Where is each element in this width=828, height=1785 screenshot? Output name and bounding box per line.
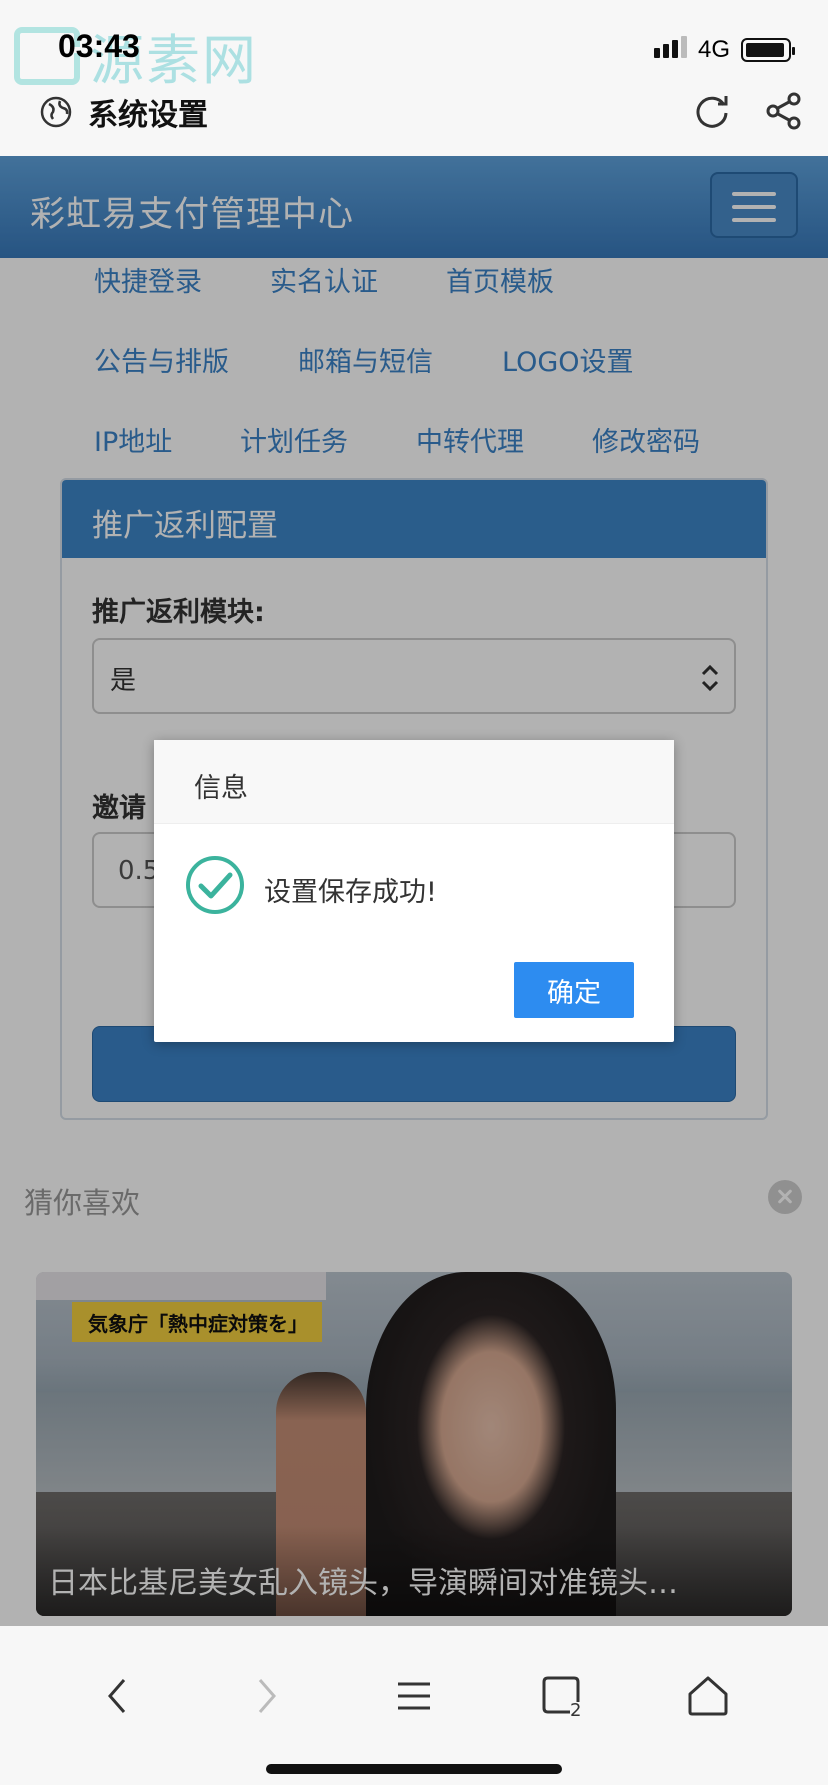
battery-icon — [741, 38, 795, 62]
svg-text:2: 2 — [570, 1700, 581, 1718]
status-time: 03:43 — [58, 28, 140, 64]
dialog-message: 设置保存成功! — [264, 877, 437, 908]
confirm-button[interactable]: 确定 — [514, 962, 634, 1018]
tabs-icon[interactable]: 2 — [540, 1674, 584, 1718]
browser-title-text: 系统设置 — [88, 98, 208, 133]
dialog-title: 信息 — [194, 773, 248, 804]
browser-page-title: 系统设置 — [40, 90, 208, 134]
refresh-icon[interactable] — [694, 93, 730, 129]
share-icon[interactable] — [766, 92, 802, 130]
back-icon[interactable] — [96, 1674, 140, 1718]
network-type: 4G — [698, 36, 731, 63]
info-dialog: 信息 设置保存成功! 确定 — [154, 740, 674, 1042]
browser-top-bar: 源素网 03:43 4G 系统设置 — [0, 0, 828, 156]
browser-bottom-bar: 2 — [0, 1626, 828, 1785]
home-indicator[interactable] — [266, 1764, 562, 1774]
home-icon[interactable] — [686, 1674, 730, 1718]
menu-icon[interactable] — [392, 1674, 436, 1718]
globe-icon — [40, 96, 72, 128]
success-check-icon — [186, 856, 244, 914]
forward-icon[interactable] — [244, 1674, 288, 1718]
dialog-header: 信息 — [154, 740, 674, 824]
signal-icon — [654, 36, 687, 58]
